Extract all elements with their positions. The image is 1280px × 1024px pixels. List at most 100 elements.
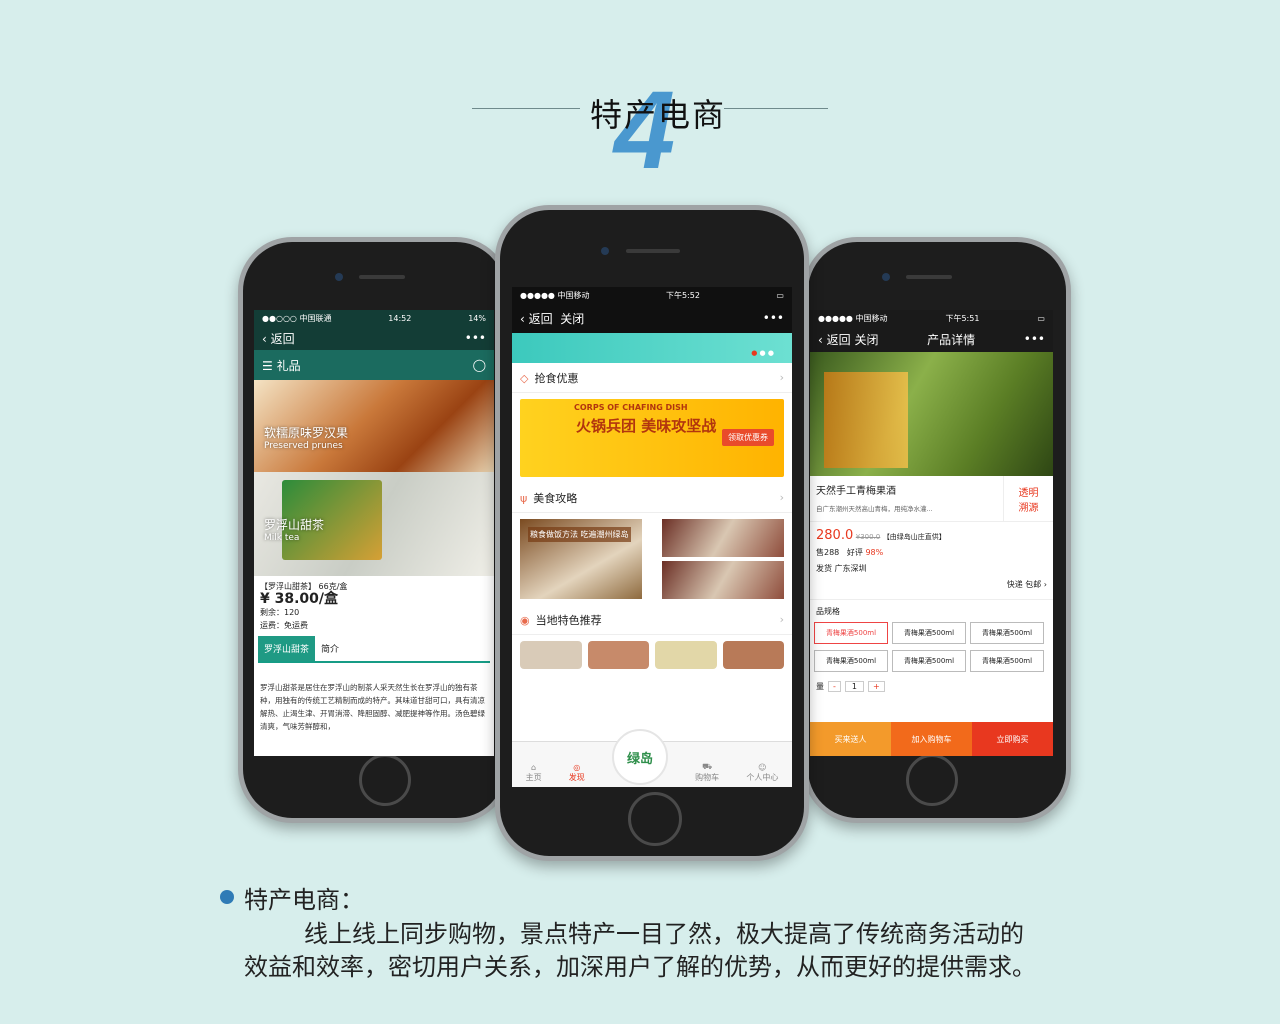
divider-left <box>472 108 580 109</box>
food-gallery: 粮食做饭方法 吃遍潮州绿岛 <box>512 513 792 605</box>
home-button[interactable] <box>359 754 411 806</box>
tag-icon: ◇ <box>520 371 529 385</box>
spec-option[interactable]: 青梅果酒500ml <box>970 622 1044 644</box>
product-description: 罗浮山甜茶是居住在罗浮山的制茶人采天然生长在罗浮山的独有茶种，用独有的传统工艺精… <box>260 683 485 731</box>
bullet-icon <box>220 890 234 904</box>
local-pick-item[interactable] <box>587 641 649 669</box>
spec-option[interactable]: 青梅果酒500ml <box>892 650 966 672</box>
qty-minus-button[interactable]: - <box>828 681 841 692</box>
qty-value: 1 <box>844 681 864 692</box>
spec-block: 品规格 青梅果酒500ml 青梅果酒500ml 青梅果酒500ml 青梅果酒500m… <box>810 600 1053 702</box>
price-block: 280.0 ¥300.0 【由绿岛山庄直供】 售288 好评 98% 发货 广东… <box>810 522 1053 600</box>
location-pin-icon: ◉ <box>520 613 530 627</box>
tab-intro[interactable]: 简介 <box>315 636 345 661</box>
food-image-dumplings[interactable]: 粮食做饭方法 吃遍潮州绿岛 <box>520 519 642 599</box>
speaker <box>359 275 405 279</box>
quantity-stepper: 量 - 1 + <box>812 675 1051 698</box>
tab-discover[interactable]: ◎ 发现 <box>569 763 585 783</box>
section-title: 特产电商 <box>590 96 727 134</box>
local-pick-item[interactable] <box>722 641 784 669</box>
tab-cart[interactable]: ⛟ 购物车 <box>695 762 719 783</box>
user-icon[interactable]: ◯ <box>473 358 486 372</box>
speaker <box>906 275 952 279</box>
shop-name: 【由绿岛山庄直供】 <box>882 533 946 541</box>
home-button[interactable] <box>906 754 958 806</box>
home-button[interactable] <box>628 792 682 846</box>
product-subtitle: 自广东潮州天然高山青梅，用纯净水灌... <box>816 505 933 513</box>
tab-product[interactable]: 罗浮山甜茶 <box>258 636 316 661</box>
product-title-row: 天然手工青梅果酒 自广东潮州天然高山青梅，用纯净水灌... 透明溯源 <box>810 476 1053 522</box>
section-food-guide[interactable]: ψ 美食攻略 › <box>512 483 792 513</box>
product-price: ¥ 38.00/盒 <box>260 591 339 607</box>
screen-right: ●●●●● 中国移动 下午5:51 ▭ ‹ 返回 关闭 产品详情 ••• 天然手… <box>810 310 1053 756</box>
back-button[interactable]: ‹ 返回 <box>262 330 295 347</box>
chevron-right-icon: › <box>779 371 784 384</box>
app-logo[interactable]: 绿岛 <box>611 729 668 785</box>
product-carousel[interactable] <box>810 352 1053 476</box>
wine-bottles-image <box>824 372 908 468</box>
product-card-prunes[interactable]: 软糯原味罗汉果 Preserved prunes <box>254 380 494 472</box>
nav-bar: ‹ 返回 关闭 产品详情 ••• <box>810 326 1053 352</box>
chevron-right-icon: › <box>779 491 784 504</box>
camera <box>601 247 609 255</box>
carousel-dots: ● ● ● <box>751 349 774 357</box>
status-bar: ●●○○○ 中国联通 14:52 14% <box>254 310 494 326</box>
banner-carousel[interactable]: ● ● ● <box>512 333 792 363</box>
price-now: 280.0 <box>816 528 854 543</box>
more-button[interactable]: ••• <box>1024 332 1045 346</box>
cart-icon: ⛟ <box>702 762 713 771</box>
spec-option[interactable]: 青梅果酒500ml <box>814 622 888 644</box>
more-button[interactable]: ••• <box>763 311 784 325</box>
spec-option[interactable]: 青梅果酒500ml <box>970 650 1044 672</box>
category-bar: ☰ 礼品 ◯ <box>254 350 494 380</box>
product-stock: 剩余：120 <box>260 608 300 617</box>
tab-profile[interactable]: ☺ 个人中心 <box>746 763 778 783</box>
section-deals[interactable]: ◇ 抢食优惠 › <box>512 363 792 393</box>
product-shipping: 运费：免运费 <box>260 621 308 630</box>
chevron-right-icon: › <box>779 613 784 626</box>
screen-left: ●●○○○ 中国联通 14:52 14% ‹ 返回 ••• ☰ 礼品 ◯ 软糯原… <box>254 310 494 756</box>
local-picks-row <box>512 635 792 675</box>
screen-center: ●●●●● 中国移动 下午5:52 ▭ ‹ 返回 关闭 ••• ● ● ● ◇ 抢… <box>512 287 792 787</box>
menu-icon[interactable]: ☰ <box>262 359 273 373</box>
tab-home[interactable]: ⌂ 主页 <box>526 763 542 783</box>
buy-now-button[interactable]: 立即购买 <box>972 722 1053 756</box>
status-bar: ●●●●● 中国移动 下午5:52 ▭ <box>512 287 792 303</box>
phone-right: ●●●●● 中国移动 下午5:51 ▭ ‹ 返回 关闭 产品详情 ••• 天然手… <box>803 237 1071 823</box>
description-line-2: 效益和效率，密切用户关系，加深用户了解的优势，从而更好的提供需求。 <box>244 953 1036 981</box>
page-title: 产品详情 <box>927 332 976 347</box>
status-bar: ●●●●● 中国移动 下午5:51 ▭ <box>810 310 1053 326</box>
tab-bar: ⌂ 主页 ◎ 发现 绿岛 ⛟ 购物车 ☺ 个人中心 <box>512 729 792 787</box>
food-image-feast[interactable] <box>662 561 784 599</box>
qty-plus-button[interactable]: + <box>867 681 885 692</box>
get-coupon-button[interactable]: 领取优惠券 <box>722 429 774 446</box>
gift-button[interactable]: 买来送人 <box>810 722 891 756</box>
promo-banner[interactable]: CORPS OF CHAFING DISH 火锅兵团 美味攻坚战 领取优惠券 <box>520 399 784 477</box>
speaker <box>626 249 680 253</box>
trace-button[interactable]: 透明溯源 <box>1003 476 1053 521</box>
back-button[interactable]: ‹ 返回 关闭 <box>520 310 584 327</box>
ship-from: 发货 广东深圳 <box>816 564 867 573</box>
phone-left: ●●○○○ 中国联通 14:52 14% ‹ 返回 ••• ☰ 礼品 ◯ 软糯原… <box>238 237 510 823</box>
more-button[interactable]: ••• <box>465 331 486 345</box>
fork-knife-icon: ψ <box>520 491 528 505</box>
product-card-tea[interactable]: 罗浮山甜茶 Milk tea <box>254 472 494 576</box>
spec-option[interactable]: 青梅果酒500ml <box>814 650 888 672</box>
delivery-info[interactable]: 快递 包邮 › <box>816 577 1047 593</box>
back-button[interactable]: ‹ 返回 关闭 <box>818 331 878 348</box>
close-button[interactable]: 关闭 <box>854 333 878 347</box>
spec-option[interactable]: 青梅果酒500ml <box>892 622 966 644</box>
local-pick-item[interactable] <box>655 641 717 669</box>
add-cart-button[interactable]: 加入购物车 <box>891 722 972 756</box>
action-buttons: 买来送人 加入购物车 立即购买 <box>810 722 1053 756</box>
food-image-feast[interactable] <box>662 519 784 557</box>
divider-right <box>724 108 828 109</box>
section-local-picks[interactable]: ◉ 当地特色推荐 › <box>512 605 792 635</box>
compass-icon: ◎ <box>573 763 581 772</box>
close-button[interactable]: 关闭 <box>560 312 584 326</box>
detail-tabs: 罗浮山甜茶 简介 <box>258 636 490 663</box>
camera <box>335 273 343 281</box>
local-pick-item[interactable] <box>520 641 582 669</box>
camera <box>882 273 890 281</box>
description-line-1: 线上线上同步购物，景点特产一目了然，极大提高了传统商务活动的 <box>304 920 1024 948</box>
